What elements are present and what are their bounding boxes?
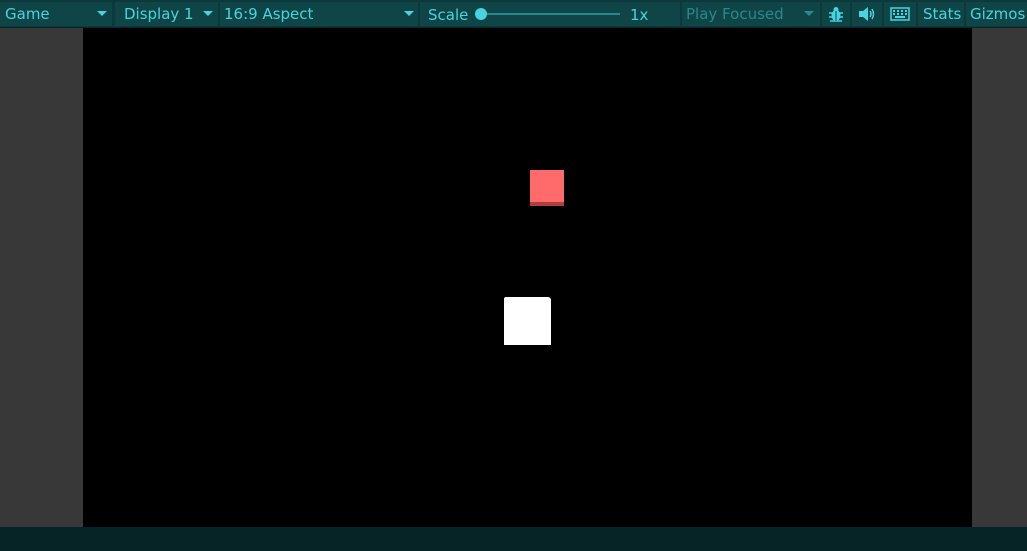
play-mode-dropdown[interactable]: Play Focused <box>682 2 820 26</box>
scale-label: Scale <box>428 6 469 24</box>
mute-audio-button[interactable] <box>852 2 882 26</box>
speaker-icon <box>859 7 875 21</box>
stats-label: Stats <box>923 5 962 23</box>
view-dropdown[interactable]: Game <box>0 2 112 26</box>
stats-button[interactable]: Stats <box>918 2 964 26</box>
chevron-down-icon <box>97 11 107 16</box>
scale-control: Scale 1x <box>420 2 680 26</box>
game-view-toolbar: Game Display 1 16:9 Aspect Scale 1x Play… <box>0 0 1027 28</box>
red-cube <box>530 170 564 202</box>
white-cube <box>504 297 551 345</box>
aspect-dropdown[interactable]: 16:9 Aspect <box>220 2 418 26</box>
display-dropdown[interactable]: Display 1 <box>115 2 218 26</box>
status-bar <box>0 527 1027 551</box>
scale-slider-track[interactable] <box>480 13 620 15</box>
aspect-dropdown-label: 16:9 Aspect <box>224 5 314 23</box>
game-viewport[interactable] <box>83 28 972 527</box>
keyboard-shortcuts-button[interactable] <box>884 2 916 26</box>
gizmos-label: Gizmos <box>970 5 1026 23</box>
play-mode-label: Play Focused <box>686 5 784 23</box>
display-dropdown-label: Display 1 <box>124 5 194 23</box>
bug-icon <box>829 7 843 22</box>
chevron-down-icon <box>203 11 213 16</box>
debug-toggle-button[interactable] <box>822 2 850 26</box>
letterbox-left <box>0 28 83 527</box>
red-cube-shadow-face <box>530 202 564 206</box>
keyboard-icon <box>890 7 910 21</box>
chevron-down-icon <box>404 11 414 16</box>
view-dropdown-label: Game <box>5 5 50 23</box>
gizmos-button[interactable]: Gizmos <box>966 2 1027 26</box>
scale-slider-thumb[interactable] <box>475 8 487 20</box>
letterbox-right <box>972 28 1027 527</box>
scale-value: 1x <box>630 6 649 24</box>
chevron-down-icon <box>804 11 814 16</box>
